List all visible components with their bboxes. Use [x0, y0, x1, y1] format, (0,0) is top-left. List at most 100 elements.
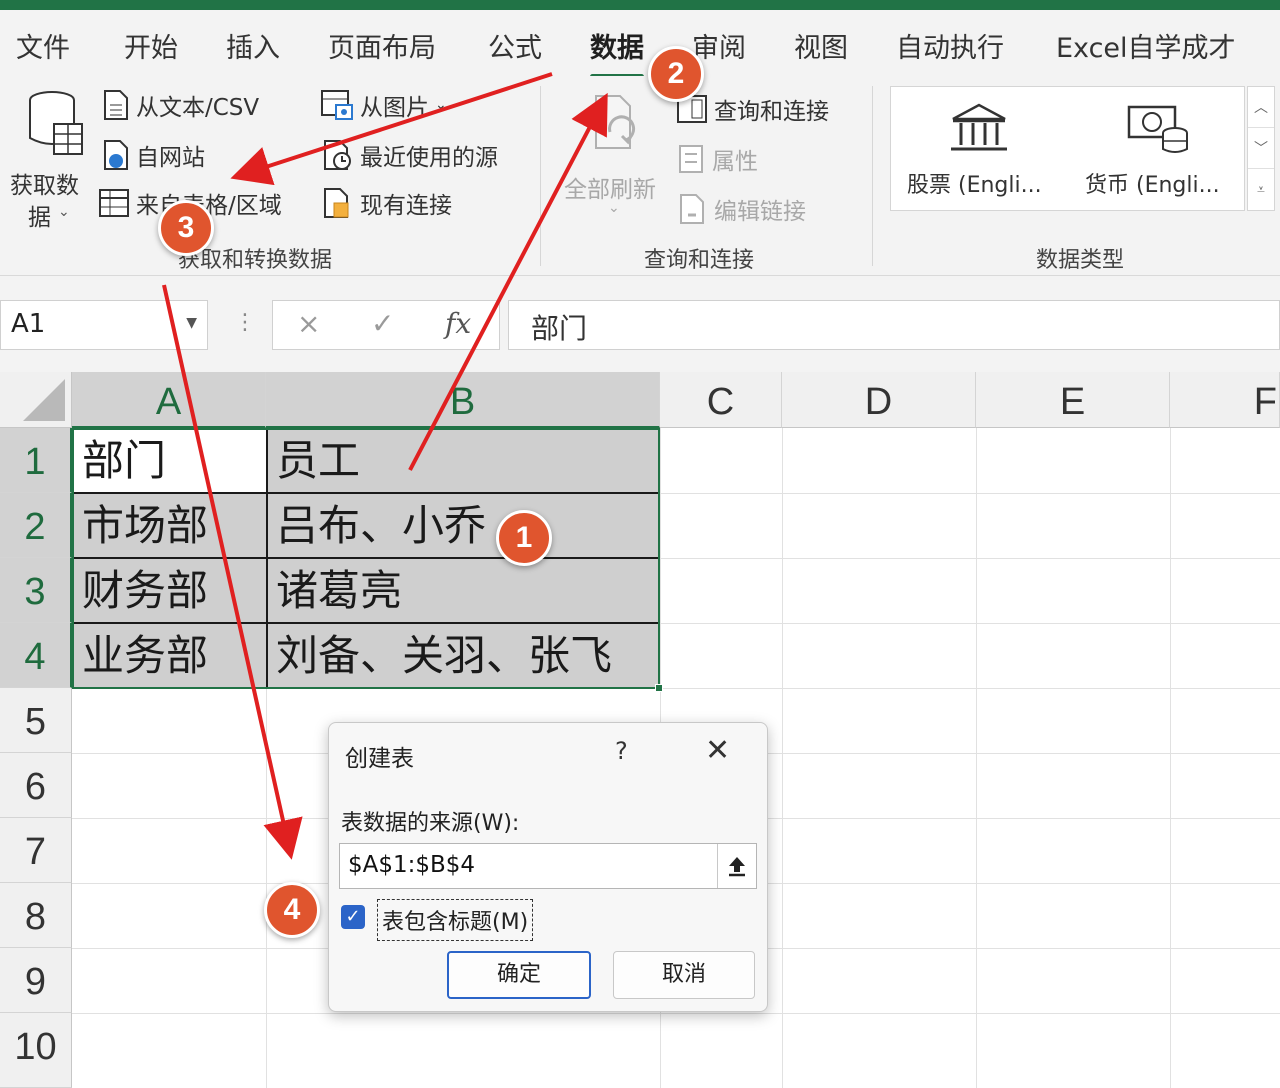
scroll-up-icon[interactable]: ︿ [1248, 87, 1274, 128]
row-header-5[interactable]: 5 [0, 688, 72, 753]
from-web-label: 自网站 [136, 145, 205, 171]
from-picture-label: 从图片 [360, 95, 429, 121]
name-box-value: A1 [11, 309, 46, 339]
column-header-e[interactable]: E [976, 372, 1170, 428]
bank-icon [951, 103, 1007, 151]
tab-formulas[interactable]: 公式 [488, 26, 542, 65]
group-label-data-types: 数据类型 [1036, 248, 1125, 273]
scroll-down-icon[interactable]: ﹀ [1248, 128, 1274, 169]
cancel-icon[interactable]: × [297, 307, 320, 340]
stocks-button[interactable]: 股票 (Engli... [905, 101, 1055, 201]
properties-icon [679, 145, 703, 173]
column-header-d[interactable]: D [782, 372, 976, 428]
row-header-8[interactable]: 8 [0, 883, 72, 948]
existing-connections-label: 现有连接 [360, 193, 452, 219]
column-header-b[interactable]: B [266, 372, 660, 428]
from-text-csv-label: 从文本/CSV [136, 95, 260, 121]
group-label-queries: 查询和连接 [644, 248, 755, 273]
selection-range [72, 428, 660, 689]
name-box[interactable]: A1 ▼ [0, 300, 208, 350]
expand-gallery-icon[interactable]: ⩡ [1248, 169, 1274, 210]
refresh-icon [595, 95, 636, 149]
recent-sources-label: 最近使用的源 [360, 145, 498, 171]
chevron-down-icon: ⌄ [58, 204, 70, 220]
data-types-scroll: ︿ ﹀ ⩡ [1247, 86, 1275, 211]
tab-excel-self-study[interactable]: Excel自学成才 [1056, 26, 1236, 65]
annotation-badge-4: 4 [264, 882, 320, 938]
tab-data[interactable]: 数据 [590, 26, 644, 65]
table-icon [99, 189, 129, 217]
column-header-f[interactable]: F [1170, 372, 1280, 428]
help-icon[interactable]: ? [615, 737, 628, 765]
fill-handle[interactable] [655, 684, 663, 692]
from-text-csv-button[interactable]: 从文本/CSV [102, 88, 259, 122]
group-separator [540, 86, 541, 266]
annotation-badge-1: 1 [496, 510, 552, 566]
recent-sources-icon [324, 140, 351, 170]
close-icon[interactable]: ✕ [705, 733, 730, 768]
row-header-3[interactable]: 3 [0, 558, 72, 623]
row-header-6[interactable]: 6 [0, 753, 72, 818]
has-headers-label[interactable]: 表包含标题(M) [377, 899, 534, 941]
get-data-label-1: 获取数 [10, 173, 79, 199]
text-file-icon [104, 90, 128, 120]
web-file-icon [104, 140, 128, 170]
group-separator [872, 86, 873, 266]
column-header-c[interactable]: C [660, 372, 782, 428]
insert-function-icon[interactable]: fx [445, 307, 471, 340]
select-all-button[interactable] [0, 372, 72, 428]
chevron-down-icon: ⌄ [435, 97, 447, 113]
from-picture-button[interactable]: 从图片 ⌄ [320, 88, 447, 122]
resize-handle-icon[interactable]: ⋮ [234, 310, 256, 335]
from-web-button[interactable]: 自网站 [102, 138, 205, 172]
chevron-down-icon[interactable]: ▼ [186, 315, 197, 331]
gridline [1170, 428, 1171, 1088]
collapse-dialog-button[interactable] [717, 844, 755, 888]
annotation-badge-2: 2 [648, 46, 704, 102]
column-header-a[interactable]: A [72, 372, 266, 428]
formula-input[interactable]: 部门 [508, 300, 1280, 350]
row-header-2[interactable]: 2 [0, 493, 72, 558]
currency-icon [1127, 105, 1188, 153]
ok-button[interactable]: 确定 [447, 951, 591, 999]
enter-icon[interactable]: ✓ [371, 307, 394, 340]
refresh-all-button[interactable]: 全部刷新 ⌄ [562, 86, 666, 226]
get-data-button[interactable]: 获取数 据 ⌄ [6, 86, 92, 231]
row-header-1[interactable]: 1 [0, 428, 72, 493]
upload-arrow-icon [728, 857, 745, 877]
title-bar-strip [0, 0, 1280, 10]
row-header-7[interactable]: 7 [0, 818, 72, 883]
formula-buttons: × ✓ fx [272, 300, 500, 350]
ribbon-tabs: 文件 开始 插入 页面布局 公式 数据 审阅 视图 自动执行 Excel自学成才 [0, 10, 1280, 79]
database-icon [29, 91, 83, 155]
has-headers-checkbox[interactable]: ✓ [341, 905, 365, 929]
gridline [72, 1013, 1280, 1014]
queries-connections-button[interactable]: 查询和连接 [676, 92, 829, 126]
existing-connections-icon [324, 188, 349, 218]
row-header-10[interactable]: 10 [0, 1013, 72, 1088]
existing-connections-button[interactable]: 现有连接 [322, 186, 452, 220]
row-header-9[interactable]: 9 [0, 948, 72, 1013]
currencies-label: 货币 (Engli... [1085, 173, 1220, 198]
get-data-label-2: 据 [28, 205, 51, 231]
picture-icon [321, 90, 353, 120]
properties-button[interactable]: 属性 [678, 142, 758, 176]
refresh-all-label: 全部刷新 [564, 177, 656, 203]
tab-file[interactable]: 文件 [16, 26, 70, 65]
chevron-down-icon: ⌄ [608, 200, 620, 216]
source-range-input[interactable]: $A$1:$B$4 [339, 843, 757, 889]
tab-page-layout[interactable]: 页面布局 [328, 26, 436, 65]
tab-automate[interactable]: 自动执行 [896, 26, 1004, 65]
row-header-4[interactable]: 4 [0, 623, 72, 688]
cancel-button[interactable]: 取消 [613, 951, 755, 999]
gridline [976, 428, 977, 1088]
gridline [782, 428, 783, 1088]
tab-view[interactable]: 视图 [794, 26, 848, 65]
source-range-value: $A$1:$B$4 [348, 852, 476, 878]
tab-home[interactable]: 开始 [124, 26, 178, 65]
currencies-button[interactable]: 货币 (Engli... [1081, 101, 1231, 201]
recent-sources-button[interactable]: 最近使用的源 [322, 138, 498, 172]
edit-links-button[interactable]: 编辑链接 [678, 192, 806, 226]
tab-insert[interactable]: 插入 [226, 26, 280, 65]
properties-label: 属性 [712, 149, 758, 175]
